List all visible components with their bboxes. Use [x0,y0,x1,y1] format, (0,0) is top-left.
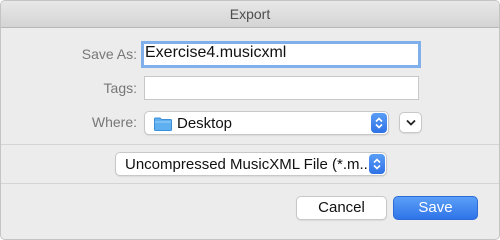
up-down-chevron-icon [369,154,385,174]
export-dialog: Export Save As: Exercise4.musicxml Tags:… [0,0,500,240]
window-title: Export [229,6,271,22]
where-popup[interactable]: Desktop [144,111,389,135]
title-bar[interactable]: Export [1,1,499,28]
separator-bottom [1,183,499,184]
format-popup[interactable]: Uncompressed MusicXML File (*.m... [115,152,387,176]
where-value: Desktop [177,115,233,132]
save-as-field[interactable]: Exercise4.musicxml [141,41,421,68]
cancel-button[interactable]: Cancel [296,196,387,220]
chevron-down-icon [406,119,416,126]
format-value: Uncompressed MusicXML File (*.m... [125,156,373,173]
where-label: Where: [91,114,137,130]
save-button[interactable]: Save [393,196,478,220]
save-as-label: Save As: [81,46,137,62]
up-down-chevron-icon [371,113,387,133]
tags-field[interactable] [144,76,419,100]
separator-top [1,144,499,145]
expand-button[interactable] [399,112,422,133]
folder-icon [154,117,172,131]
tags-label: Tags: [103,80,137,96]
